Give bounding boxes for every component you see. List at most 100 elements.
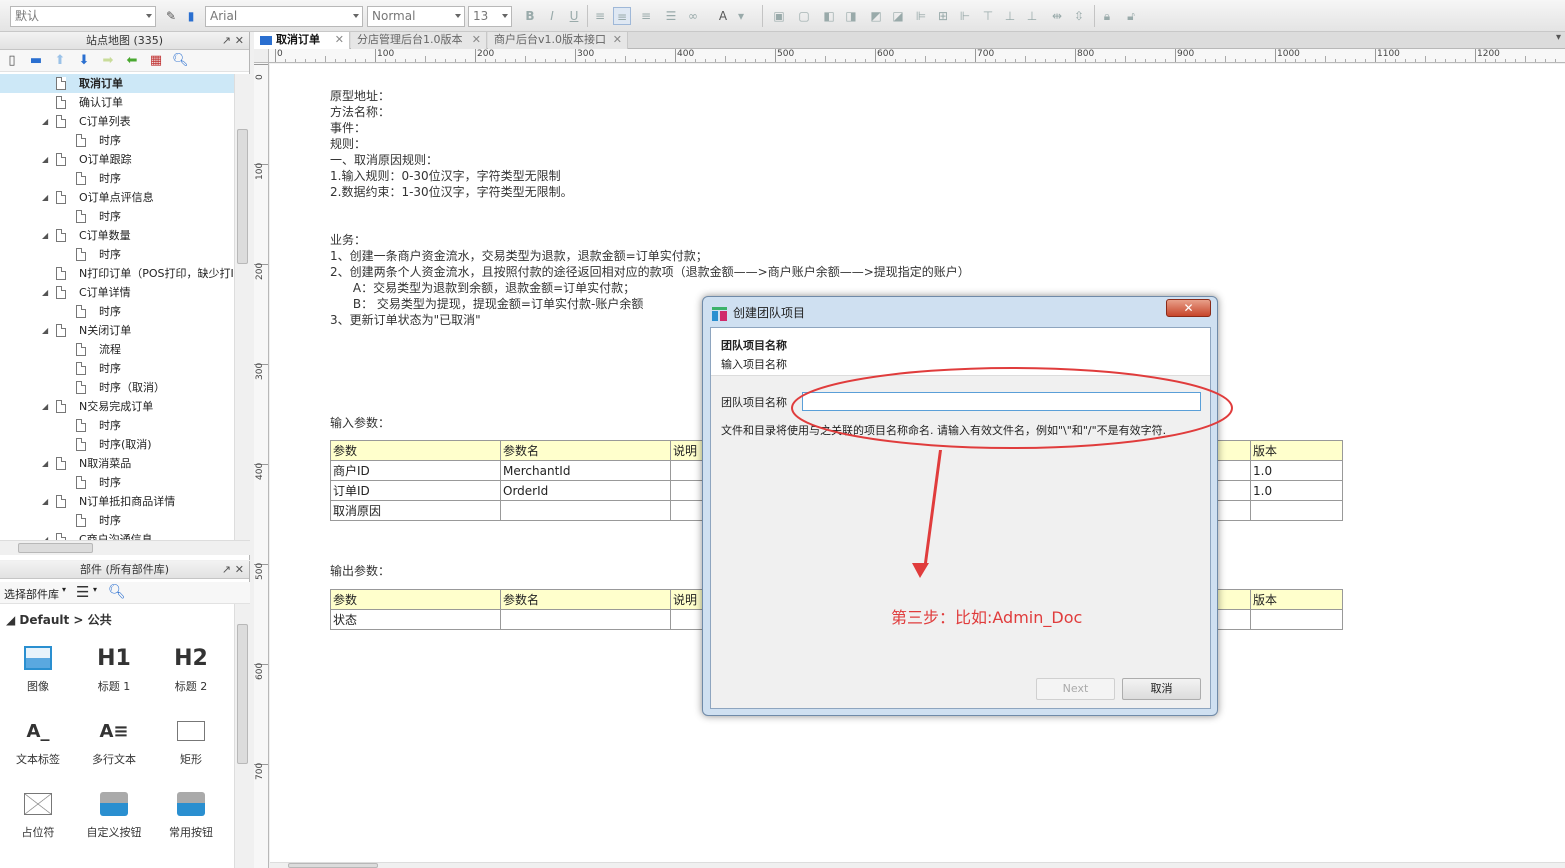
expand-arrow-icon[interactable]: ◢ bbox=[42, 150, 48, 169]
tab-merchant-api[interactable]: 商户后台v1.0版本接口 ✕ bbox=[488, 32, 628, 49]
add-folder-icon[interactable]: ▬ bbox=[28, 53, 44, 69]
delete-page-icon[interactable]: ▦ bbox=[148, 53, 164, 69]
group-icon[interactable]: ▣ bbox=[770, 7, 788, 25]
bullet-list-icon[interactable]: ☰ bbox=[662, 7, 680, 25]
lock-icon[interactable]: 🔒︎ bbox=[1098, 7, 1116, 25]
sitemap-horizontal-scrollbar[interactable] bbox=[0, 540, 250, 555]
italic-icon[interactable]: I bbox=[543, 7, 561, 25]
widget-item[interactable]: 自定义按钮 bbox=[84, 786, 144, 846]
sitemap-item[interactable]: ◢ C订单详情 bbox=[0, 283, 234, 302]
close-icon[interactable]: ✕ bbox=[613, 32, 622, 48]
font-weight-select[interactable]: Normal bbox=[367, 6, 465, 27]
sitemap-item[interactable]: ◢ N取消菜品 bbox=[0, 454, 234, 473]
sitemap-item[interactable]: 时序 bbox=[0, 169, 234, 188]
unlock-icon[interactable]: 🔓︎ bbox=[1122, 7, 1140, 25]
sitemap-item[interactable]: 时序 bbox=[0, 473, 234, 492]
align-objects-top-icon[interactable]: ⊤ bbox=[979, 7, 997, 25]
distribute-vertical-icon[interactable]: ⇳ bbox=[1070, 7, 1088, 25]
chevron-down-icon[interactable]: ▾ bbox=[93, 585, 97, 594]
expand-arrow-icon[interactable]: ◢ bbox=[42, 321, 48, 340]
expand-arrow-icon[interactable]: ◢ bbox=[42, 397, 48, 416]
sitemap-item[interactable]: 时序 bbox=[0, 207, 234, 226]
close-icon[interactable]: ✕ bbox=[335, 32, 344, 48]
outdent-icon[interactable]: ⬅ bbox=[124, 53, 140, 69]
next-button[interactable]: Next bbox=[1036, 678, 1115, 700]
align-left-icon[interactable]: ≡ bbox=[591, 7, 609, 25]
tab-list-dropdown-icon[interactable]: ▾ bbox=[1556, 32, 1561, 43]
sitemap-item[interactable]: 取消订单 bbox=[0, 74, 234, 93]
chevron-down-icon[interactable]: ▾ bbox=[62, 585, 66, 594]
expand-arrow-icon[interactable]: ◢ bbox=[42, 492, 48, 511]
expand-arrow-icon[interactable]: ◢ bbox=[42, 283, 48, 302]
sitemap-item[interactable]: ◢ N关闭订单 bbox=[0, 321, 234, 340]
widget-item[interactable]: 矩形 bbox=[161, 713, 221, 773]
widget-item[interactable]: H2 标题 2 bbox=[161, 640, 221, 700]
send-backward-icon[interactable]: ◪ bbox=[889, 7, 907, 25]
scrollbar-thumb[interactable] bbox=[288, 863, 378, 868]
align-center-icon[interactable]: ≡ bbox=[613, 7, 631, 25]
add-page-icon[interactable]: ▯ bbox=[4, 53, 20, 69]
widget-item[interactable]: 图像 bbox=[8, 640, 68, 700]
bring-forward-icon[interactable]: ◩ bbox=[867, 7, 885, 25]
font-color-icon[interactable]: A bbox=[714, 7, 732, 25]
widget-item[interactable]: A_ 文本标签 bbox=[8, 713, 68, 773]
format-painter-icon[interactable]: ✎ bbox=[162, 7, 180, 25]
library-select[interactable]: 选择部件库 bbox=[4, 586, 59, 602]
scrollbar-thumb[interactable] bbox=[18, 543, 93, 553]
send-back-icon[interactable]: ◨ bbox=[842, 7, 860, 25]
close-icon[interactable]: ✕ bbox=[472, 32, 481, 48]
sitemap-item[interactable]: 确认订单 bbox=[0, 93, 234, 112]
font-family-select[interactable]: Arial bbox=[205, 6, 363, 27]
align-objects-bottom-icon[interactable]: ⊥ bbox=[1023, 7, 1041, 25]
sitemap-item[interactable]: 时序 bbox=[0, 511, 234, 530]
bring-front-icon[interactable]: ◧ bbox=[820, 7, 838, 25]
move-down-icon[interactable]: ⬇ bbox=[76, 53, 92, 69]
sitemap-item[interactable]: ◢ C订单列表 bbox=[0, 112, 234, 131]
widgets-vertical-scrollbar[interactable] bbox=[234, 604, 250, 868]
expand-arrow-icon[interactable]: ◢ bbox=[42, 530, 48, 540]
expand-arrow-icon[interactable]: ◢ bbox=[42, 188, 48, 207]
canvas-horizontal-scrollbar[interactable] bbox=[270, 862, 1565, 868]
bold-icon[interactable]: B bbox=[521, 7, 539, 25]
widget-item[interactable]: 占位符 bbox=[8, 786, 68, 846]
sitemap-item[interactable]: N打印订单（POS打印，缺少打I bbox=[0, 264, 234, 283]
expand-arrow-icon[interactable]: ◢ bbox=[42, 112, 48, 131]
scrollbar-thumb[interactable] bbox=[237, 624, 248, 764]
sitemap-item[interactable]: 时序（取消） bbox=[0, 378, 234, 397]
search-icon[interactable]: 🔍︎ bbox=[108, 584, 126, 600]
widget-item[interactable]: 常用按钮 bbox=[161, 786, 221, 846]
close-icon[interactable]: ✕ bbox=[235, 32, 244, 50]
sitemap-item[interactable]: ◢ C订单数量 bbox=[0, 226, 234, 245]
sitemap-item[interactable]: ◢ N交易完成订单 bbox=[0, 397, 234, 416]
expand-arrow-icon[interactable]: ◢ bbox=[42, 226, 48, 245]
indent-icon[interactable]: ➡ bbox=[100, 53, 116, 69]
widget-item[interactable]: H1 标题 1 bbox=[84, 640, 144, 700]
project-name-input[interactable] bbox=[802, 392, 1201, 411]
sitemap-item[interactable]: 时序(取消) bbox=[0, 435, 234, 454]
undock-icon[interactable]: ↗ bbox=[222, 561, 231, 579]
sitemap-item[interactable]: ◢ O订单跟踪 bbox=[0, 150, 234, 169]
sitemap-item[interactable]: 流程 bbox=[0, 340, 234, 359]
menu-icon[interactable]: ☰ bbox=[76, 583, 89, 601]
sitemap-item[interactable]: 时序 bbox=[0, 416, 234, 435]
style-select[interactable]: 默认 bbox=[10, 6, 156, 27]
widget-item[interactable]: A≡ 多行文本 bbox=[84, 713, 144, 773]
sitemap-vertical-scrollbar[interactable] bbox=[234, 74, 250, 540]
font-size-select[interactable]: 13 bbox=[468, 6, 512, 27]
align-objects-middle-icon[interactable]: ⊥ bbox=[1001, 7, 1019, 25]
sitemap-item[interactable]: ◢ O订单点评信息 bbox=[0, 188, 234, 207]
align-objects-center-icon[interactable]: ⊞ bbox=[934, 7, 952, 25]
undock-icon[interactable]: ↗ bbox=[222, 32, 231, 50]
move-up-icon[interactable]: ⬆ bbox=[52, 53, 68, 69]
scrollbar-thumb[interactable] bbox=[237, 129, 248, 264]
close-icon[interactable]: ✕ bbox=[235, 561, 244, 579]
cancel-button[interactable]: 取消 bbox=[1122, 678, 1201, 700]
ungroup-icon[interactable]: ▢ bbox=[795, 7, 813, 25]
align-right-icon[interactable]: ≡ bbox=[637, 7, 655, 25]
tab-branch-admin[interactable]: 分店管理后台1.0版本 ✕ bbox=[351, 32, 487, 49]
tab-cancel-order[interactable]: 取消订单 ✕ bbox=[254, 32, 350, 49]
expand-arrow-icon[interactable]: ◢ bbox=[42, 454, 48, 473]
sitemap-item[interactable]: 时序 bbox=[0, 131, 234, 150]
brush-icon[interactable]: ▮ bbox=[182, 7, 200, 25]
distribute-horizontal-icon[interactable]: ⇹ bbox=[1048, 7, 1066, 25]
